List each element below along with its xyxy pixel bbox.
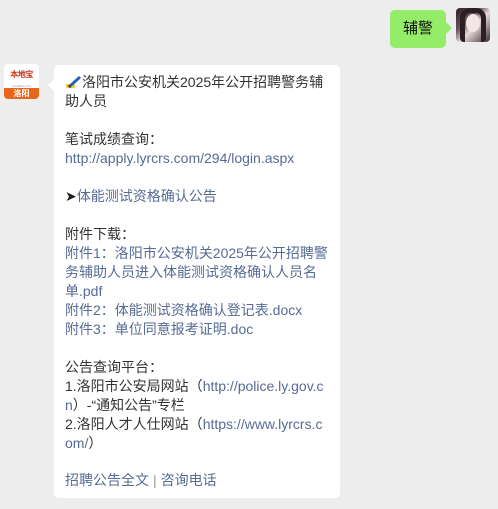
platform-1-prefix: 1.洛阳市公安局网站（: [65, 378, 203, 394]
platform-1: 1.洛阳市公安局网站（http://police.ly.gov.cn）-“通知公…: [65, 377, 329, 415]
message-title: 洛阳市公安机关2025年公开招聘警务辅助人员: [65, 74, 324, 109]
bot-logo-city: 洛阳: [4, 88, 39, 99]
outgoing-message-row: 辅警: [389, 8, 490, 48]
bot-avatar[interactable]: 本地宝 bendibao.com 洛阳: [4, 64, 39, 99]
attachment-link-2[interactable]: 附件2：体能测试资格确认登记表.docx: [65, 301, 329, 320]
incoming-message-bubble: 洛阳市公安机关2025年公开招聘警务辅助人员 笔试成绩查询： http://ap…: [48, 65, 340, 498]
footer-separator: |: [153, 472, 157, 488]
attachment-link-3[interactable]: 附件3：单位同意报考证明.doc: [65, 320, 329, 339]
message-footer: 招聘公告全文 | 咨询电话: [65, 471, 329, 490]
exam-result-link[interactable]: http://apply.lyrcrs.com/294/login.aspx: [65, 149, 329, 168]
message-title-line: 洛阳市公安机关2025年公开招聘警务辅助人员: [65, 73, 329, 111]
attachment-link-1[interactable]: 附件1：洛阳市公安机关2025年公开招聘警务辅助人员进入体能测试资格确认人员名单…: [65, 244, 329, 301]
avatar-face: [466, 14, 480, 32]
arrow-icon: ➤: [65, 188, 77, 204]
notice-link[interactable]: 体能测试资格确认公告: [77, 188, 217, 204]
attachment-label: 附件下载：: [65, 226, 135, 242]
platform-1-suffix: ）-“通知公告”专栏: [72, 397, 185, 413]
notice-line: ➤体能测试资格确认公告: [65, 187, 329, 206]
outgoing-message-text: 辅警: [402, 20, 433, 37]
exam-label: 笔试成绩查询：: [65, 131, 163, 147]
contact-phone-link[interactable]: 咨询电话: [161, 472, 217, 488]
platform-2: 2.洛阳人才人仕网站（https://www.lyrcrs.com/）: [65, 415, 329, 453]
full-notice-link[interactable]: 招聘公告全文: [65, 472, 149, 488]
platform-label: 公告查询平台：: [65, 359, 163, 375]
bot-logo-text: 本地宝: [10, 69, 33, 79]
platform-2-suffix: ）: [88, 435, 103, 451]
outgoing-message-bubble[interactable]: 辅警: [389, 10, 453, 48]
platform-2-prefix: 2.洛阳人才人仕网站（: [65, 416, 203, 432]
writing-hand-icon: [66, 76, 81, 88]
user-avatar[interactable]: [456, 8, 490, 42]
